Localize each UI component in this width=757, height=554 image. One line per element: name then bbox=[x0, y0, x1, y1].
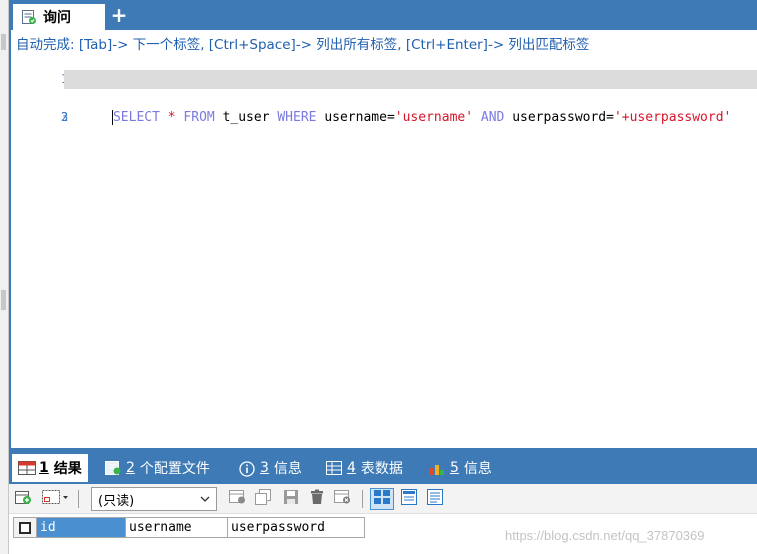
layout-dropdown-button[interactable] bbox=[41, 489, 71, 509]
toolbar-divider bbox=[78, 490, 79, 508]
form-view-icon bbox=[401, 489, 417, 509]
export-icon bbox=[15, 489, 33, 509]
autocomplete-hint: 自动完成: [Tab]-> 下一个标签, [Ctrl+Space]-> 列出所有… bbox=[16, 37, 590, 53]
tab-result-label: 结果 bbox=[53, 461, 82, 477]
chart-info-icon bbox=[429, 461, 445, 475]
line-number: 3 bbox=[60, 110, 69, 124]
column-header-id[interactable]: id bbox=[37, 517, 126, 538]
sql-editor[interactable]: 自动完成: [Tab]-> 下一个标签, [Ctrl+Space]-> 列出所有… bbox=[9, 30, 757, 448]
select-all-checkbox[interactable] bbox=[13, 517, 37, 538]
keyword-from: FROM bbox=[183, 110, 215, 125]
tab-profiles[interactable]: 2 个配置文件 bbox=[99, 454, 216, 482]
grid-view-icon bbox=[374, 490, 390, 508]
result-toolbar: (只读) bbox=[9, 484, 757, 514]
add-row-icon bbox=[229, 489, 247, 509]
tab-info[interactable]: 3 信息 bbox=[233, 454, 308, 482]
watermark: https://blog.csdn.net/qq_37870369 bbox=[505, 528, 705, 543]
tab-query[interactable]: 询问 bbox=[13, 4, 105, 30]
toolbar-divider bbox=[362, 490, 363, 508]
tab-query-label: 询问 bbox=[43, 10, 71, 26]
text-view-button[interactable] bbox=[425, 489, 445, 509]
query-tab-strip: 询问 + bbox=[9, 0, 757, 30]
text-view-icon bbox=[427, 489, 443, 509]
profile-icon bbox=[105, 461, 121, 475]
grid-result-icon bbox=[18, 461, 36, 475]
export-button[interactable] bbox=[14, 489, 34, 509]
tab-profiles-number: 2 bbox=[126, 460, 135, 476]
gutter-splitter-handle[interactable] bbox=[1, 290, 6, 310]
column-header-username[interactable]: username bbox=[126, 517, 228, 538]
string-literal: '+userpassword' bbox=[613, 110, 732, 125]
keyword-select: SELECT bbox=[112, 110, 160, 125]
identifier-userpassword: userpassword= bbox=[512, 110, 614, 125]
code-area[interactable]: 1USER users; 2SELECT * FROM t_user WHERE… bbox=[11, 51, 757, 125]
result-tab-bar: 1 结果 2 个配置文件 3 信息 4 表数据 5 信息 bbox=[9, 448, 757, 484]
current-line-highlight bbox=[64, 70, 757, 89]
tab-info-2[interactable]: 5 信息 bbox=[423, 454, 498, 482]
code-line[interactable]: 1USER users; bbox=[11, 51, 731, 87]
delete-row-button[interactable] bbox=[307, 489, 327, 509]
tab-info-2-label: 信息 bbox=[463, 461, 492, 477]
form-view-button[interactable] bbox=[399, 489, 419, 509]
tab-info-label: 信息 bbox=[273, 461, 302, 477]
grid-layout-icon bbox=[42, 489, 70, 509]
save-icon bbox=[283, 489, 299, 509]
grid-header-row: id username userpassword bbox=[13, 517, 365, 538]
keyword-where: WHERE bbox=[277, 110, 317, 125]
table-data-icon bbox=[326, 461, 342, 475]
add-row-button[interactable] bbox=[228, 489, 248, 509]
keyword-and: AND bbox=[480, 110, 505, 125]
tab-result-number: 1 bbox=[39, 460, 49, 476]
tab-table-data-number: 4 bbox=[347, 460, 356, 476]
column-header-userpassword[interactable]: userpassword bbox=[228, 517, 365, 538]
tab-info-2-number: 5 bbox=[450, 460, 459, 476]
code-line-current[interactable]: 2 SELECT * FROM t_user WHERE username='us… bbox=[11, 70, 757, 125]
tab-profiles-label: 个配置文件 bbox=[139, 461, 210, 477]
duplicate-row-button[interactable] bbox=[254, 489, 274, 509]
left-gutter bbox=[0, 0, 9, 554]
clear-table-icon bbox=[334, 489, 352, 509]
string-literal: 'username' bbox=[394, 110, 474, 125]
identifier-table: t_user bbox=[222, 110, 270, 125]
save-button[interactable] bbox=[281, 489, 301, 509]
query-editor-icon bbox=[21, 9, 37, 25]
tab-info-number: 3 bbox=[260, 460, 269, 476]
tab-result[interactable]: 1 结果 bbox=[12, 454, 88, 482]
mode-select-value: (只读) bbox=[98, 493, 135, 509]
tab-table-data[interactable]: 4 表数据 bbox=[320, 454, 409, 482]
tab-table-data-label: 表数据 bbox=[360, 461, 403, 477]
new-query-tab-button[interactable]: + bbox=[109, 3, 129, 27]
gutter-marker bbox=[1, 34, 6, 50]
trash-icon bbox=[309, 489, 325, 509]
duplicate-icon bbox=[255, 489, 273, 509]
info-icon bbox=[239, 461, 255, 477]
code-line[interactable]: 3 bbox=[11, 89, 731, 124]
chevron-down-icon bbox=[200, 495, 210, 506]
grid-view-button[interactable] bbox=[370, 488, 394, 510]
read-only-mode-select[interactable]: (只读) bbox=[91, 487, 217, 511]
operator-star: * bbox=[167, 110, 176, 125]
identifier-username: username= bbox=[324, 110, 395, 125]
clear-button[interactable] bbox=[333, 489, 353, 509]
